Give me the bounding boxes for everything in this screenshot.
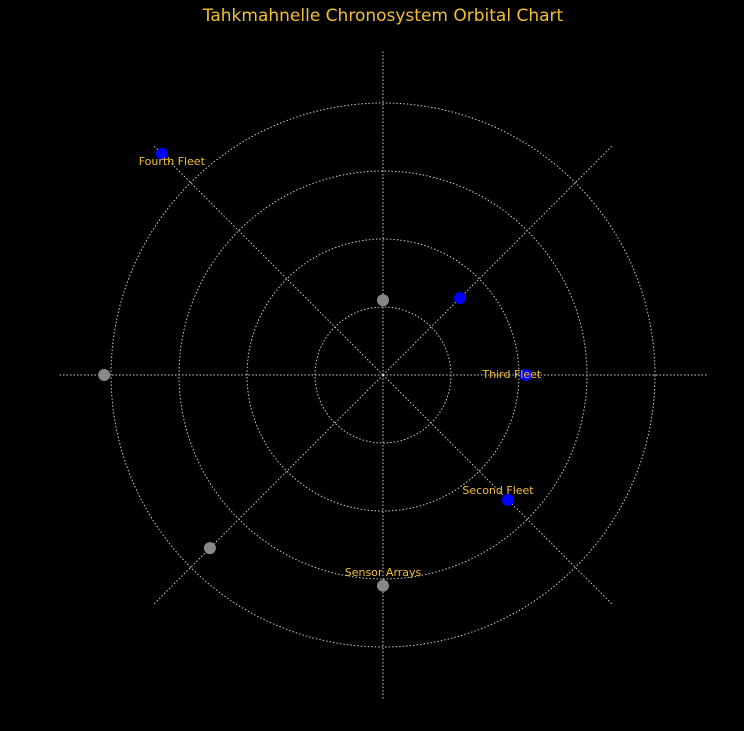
point-label: Third Fleet bbox=[481, 368, 541, 381]
polar-grid bbox=[59, 51, 707, 699]
chart-canvas: Tahkmahnelle Chronosystem Orbital Chart … bbox=[59, 6, 707, 699]
data-labels: Fourth Fleet Third Fleet Second Fleet Senso… bbox=[139, 155, 542, 579]
point-label: Sensor Arrays bbox=[345, 566, 422, 579]
point-label: Fourth Fleet bbox=[139, 155, 206, 168]
point-label: Second Fleet bbox=[462, 484, 534, 497]
chart-title: Tahkmahnelle Chronosystem Orbital Chart bbox=[202, 6, 564, 26]
orbital-chart: Tahkmahnelle Chronosystem Orbital Chart … bbox=[0, 0, 744, 731]
installation-point bbox=[203, 542, 216, 555]
grid-spoke bbox=[153, 145, 384, 376]
fleet-point bbox=[453, 292, 466, 305]
installation-point bbox=[377, 579, 389, 592]
installation-point bbox=[377, 294, 389, 307]
installation-point bbox=[98, 369, 111, 381]
grid-spoke bbox=[382, 145, 613, 376]
